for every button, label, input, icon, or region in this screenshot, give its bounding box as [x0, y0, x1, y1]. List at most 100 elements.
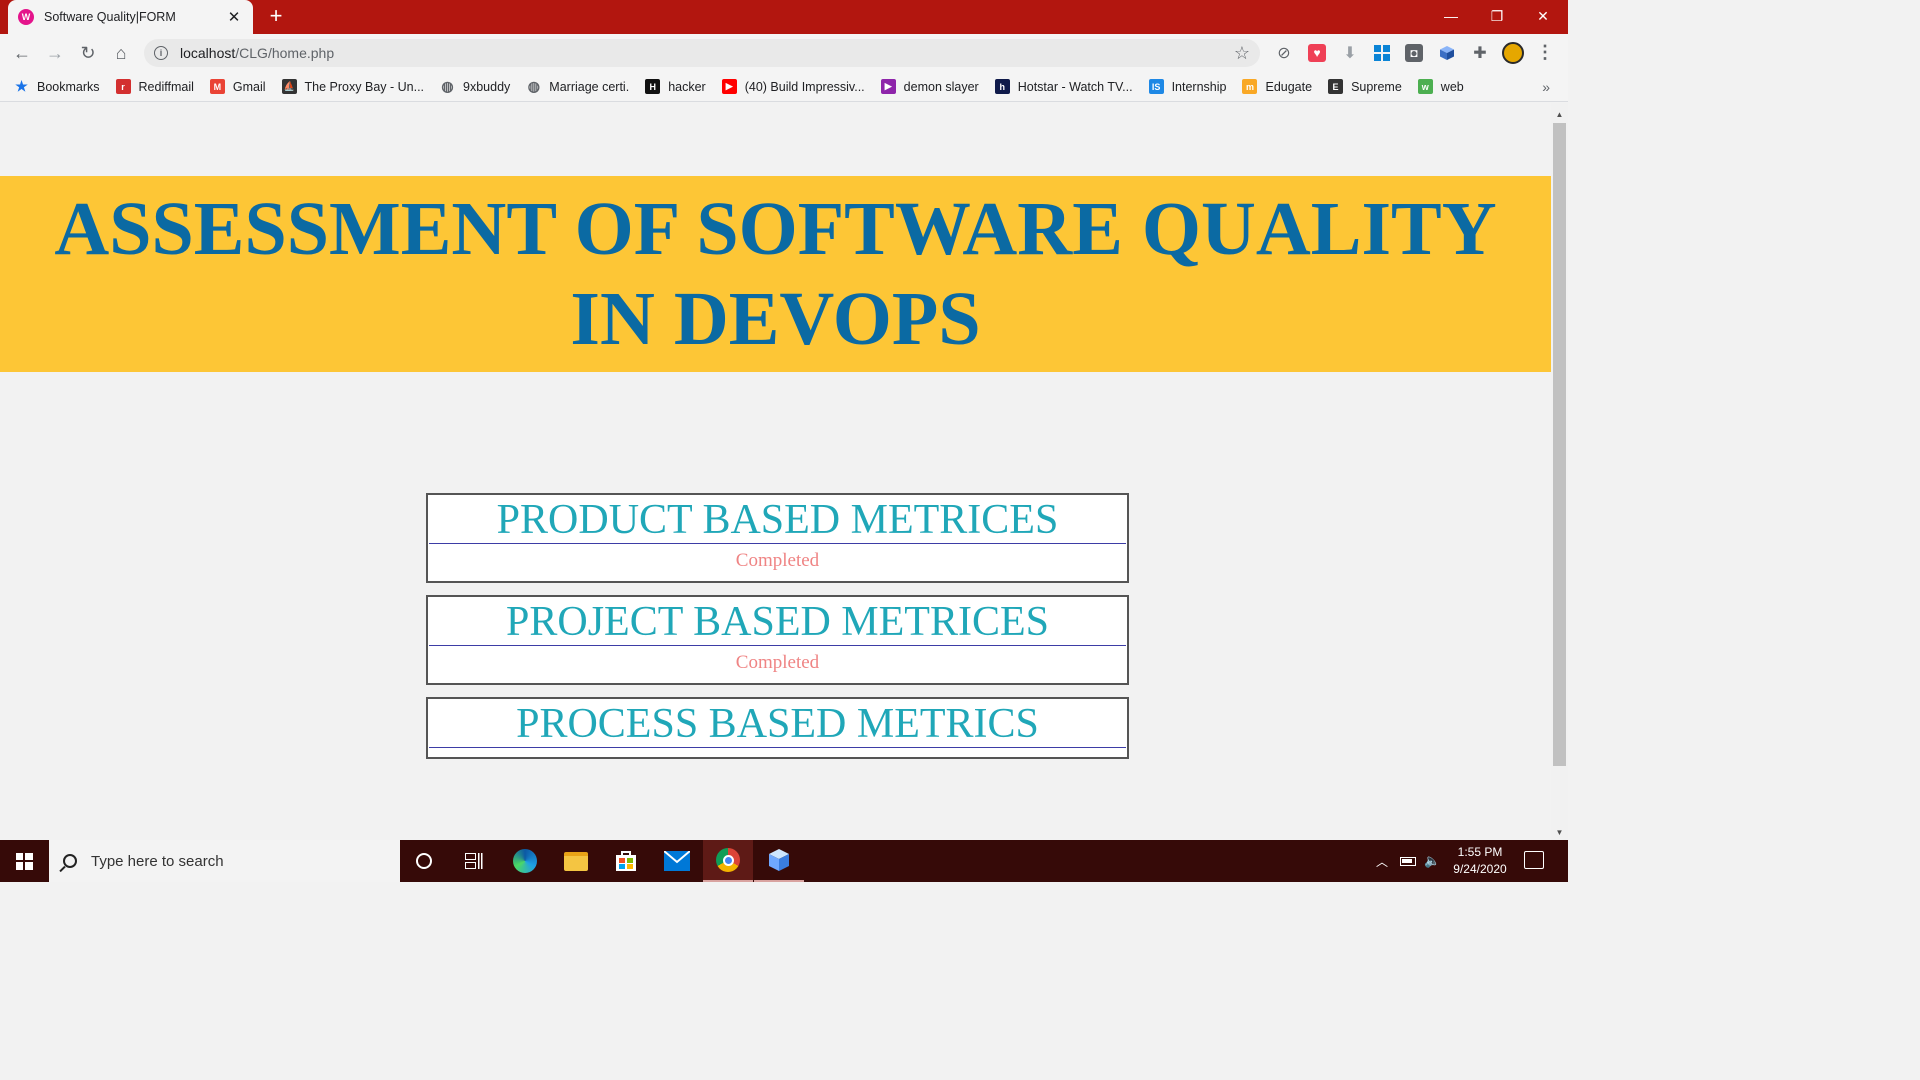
notification-icon[interactable] [1524, 851, 1544, 869]
bookmark-icon: ◍ [527, 78, 540, 94]
cube-icon[interactable] [1438, 44, 1456, 62]
app-cube-icon[interactable] [754, 840, 804, 882]
bookmarks-bar: ★ Bookmarks r Rediffmail M Gmail ⛵ The Proxy Ba… [0, 72, 1568, 102]
tab-close-icon[interactable]: ✕ [225, 8, 243, 26]
forward-arrow-icon[interactable]: → [42, 41, 68, 65]
bookmark-icon: r [115, 79, 131, 94]
page-title: ASSESSMENT OF SOFTWARE QUALITY IN DEVOPS [54, 187, 1497, 361]
address-bar[interactable]: i localhost/CLG/home.php ☆ [144, 39, 1260, 67]
browser-titlebar: W Software Quality|FORM ✕ + — ❐ ✕ [0, 0, 1568, 34]
bookmark-item[interactable]: E Supreme [1328, 79, 1402, 94]
volume-icon[interactable]: 🔈 [1424, 840, 1440, 882]
bookmark-label: 9xbuddy [463, 79, 511, 94]
block-icon[interactable]: ⊘ [1275, 44, 1293, 62]
metric-card-process[interactable]: PROCESS BASED METRICS [426, 697, 1129, 759]
clock-date: 9/24/2020 [1453, 862, 1507, 876]
bookmark-item[interactable]: Hhacker [645, 79, 706, 94]
task-view-icon[interactable] [449, 840, 499, 882]
bookmark-item[interactable]: ★ Bookmarks [14, 78, 100, 94]
bookmark-icon: ⛵ [281, 79, 297, 94]
scroll-up-icon[interactable]: ▲ [1551, 107, 1568, 121]
url-text: localhost/CLG/home.php [180, 45, 334, 61]
bookmark-icon: M [209, 79, 225, 94]
bookmark-label: Hotstar - Watch TV... [1017, 79, 1133, 94]
restore-button[interactable]: ❐ [1474, 0, 1520, 32]
bookmark-item[interactable]: ▶ demon slayer [880, 79, 979, 94]
metric-card-project[interactable]: PROJECT BASED METRICES Completed [426, 595, 1129, 685]
reload-icon[interactable]: ↻ [75, 41, 101, 65]
bookmark-label: Gmail [232, 79, 266, 94]
edge-icon[interactable] [500, 840, 550, 882]
bookmark-icon: IS [1148, 79, 1164, 94]
url-host: localhost [180, 45, 236, 61]
new-tab-button[interactable]: + [264, 5, 288, 29]
url-path: /CLG/home.php [235, 45, 335, 61]
bookmark-label: demon slayer [903, 79, 979, 94]
card-status: Completed [735, 652, 820, 673]
bookmark-label: Bookmarks [37, 79, 100, 94]
bookmark-icon: E [1328, 79, 1344, 94]
bookmark-item[interactable]: ◍ 9xbuddy [440, 78, 511, 94]
back-arrow-icon[interactable]: ← [9, 41, 35, 65]
camera-icon[interactable]: ◘ [1405, 44, 1423, 62]
tab-favicon-icon: W [18, 9, 34, 25]
bookmark-item[interactable]: h Hotstar - Watch TV... [994, 79, 1133, 94]
bookmark-icon: h [994, 79, 1010, 94]
browser-toolbar: ← → ↻ ⌂ i localhost/CLG/home.php ☆ ⊘ ♥ ⬇… [0, 34, 1568, 72]
search-icon [63, 854, 77, 868]
card-title[interactable]: PRODUCT BASED METRICES [429, 495, 1126, 544]
bookmark-icon: ▶ [721, 79, 737, 94]
metric-card-product[interactable]: PRODUCT BASED METRICES Completed [426, 493, 1129, 583]
taskbar-search[interactable]: Type here to search [49, 840, 400, 882]
bookmark-item[interactable]: ▶ (40) Build Impressiv... [721, 79, 865, 94]
card-title[interactable]: PROCESS BASED METRICS [429, 699, 1126, 748]
chrome-icon[interactable] [703, 840, 753, 882]
bookmark-item[interactable]: r Rediffmail [115, 79, 194, 94]
tray-chevron-icon[interactable]: ︿ [1376, 840, 1388, 882]
bookmark-item[interactable]: ⛵ The Proxy Bay - Un... [281, 79, 424, 94]
bookmark-label: Edugate [1265, 79, 1313, 94]
bookmarks-overflow-icon[interactable]: » [1542, 79, 1550, 95]
windows-logo-icon [15, 852, 33, 870]
pocket-icon[interactable]: ♥ [1308, 44, 1326, 62]
download-icon[interactable]: ⬇ [1341, 44, 1359, 62]
page-viewport: ASSESSMENT OF SOFTWARE QUALITY IN DEVOPS… [0, 103, 1551, 840]
bookmark-item[interactable]: IS Internship [1148, 79, 1227, 94]
bookmark-icon: ★ [15, 78, 28, 94]
scrollbar-thumb[interactable] [1553, 123, 1566, 766]
scroll-down-icon[interactable]: ▼ [1551, 825, 1568, 839]
bookmark-item[interactable]: ◍ Marriage certi. [526, 78, 630, 94]
bookmark-icon: H [645, 79, 661, 94]
battery-icon[interactable] [1400, 840, 1416, 882]
header-banner: ASSESSMENT OF SOFTWARE QUALITY IN DEVOPS [0, 176, 1551, 372]
active-tab[interactable]: W Software Quality|FORM ✕ [8, 0, 253, 34]
bookmark-label: Internship [1171, 79, 1227, 94]
bookmark-label: Supreme [1351, 79, 1402, 94]
profile-avatar[interactable] [1502, 42, 1524, 64]
bookmark-label: web [1440, 79, 1464, 94]
bookmark-label: (40) Build Impressiv... [744, 79, 865, 94]
bookmark-label: Rediffmail [138, 79, 194, 94]
card-title[interactable]: PROJECT BASED METRICES [429, 597, 1126, 646]
vertical-scrollbar[interactable]: ▲ ▼ [1551, 103, 1568, 840]
bookmark-label: hacker [668, 79, 706, 94]
bookmark-icon: m [1242, 79, 1258, 94]
star-icon[interactable]: ☆ [1234, 43, 1250, 64]
puzzle-icon[interactable]: ✚ [1471, 44, 1489, 62]
file-explorer-icon[interactable] [551, 840, 601, 882]
store-icon[interactable] [601, 840, 651, 882]
mail-icon[interactable] [652, 840, 702, 882]
bookmark-item[interactable]: M Gmail [209, 79, 266, 94]
cortana-icon[interactable] [399, 840, 449, 882]
taskbar-clock[interactable]: 1:55 PM 9/24/2020 [1440, 844, 1520, 878]
close-window-button[interactable]: ✕ [1520, 0, 1566, 32]
minimize-button[interactable]: — [1428, 0, 1474, 32]
bookmark-icon: ▶ [880, 79, 896, 94]
bookmark-item[interactable]: w web [1417, 79, 1464, 94]
home-icon[interactable]: ⌂ [108, 41, 134, 65]
menu-icon[interactable]: ⋮ [1536, 42, 1554, 63]
windows-icon[interactable] [1373, 44, 1391, 62]
info-icon[interactable]: i [154, 46, 168, 60]
bookmark-item[interactable]: m Edugate [1242, 79, 1312, 94]
start-button[interactable] [0, 840, 48, 882]
